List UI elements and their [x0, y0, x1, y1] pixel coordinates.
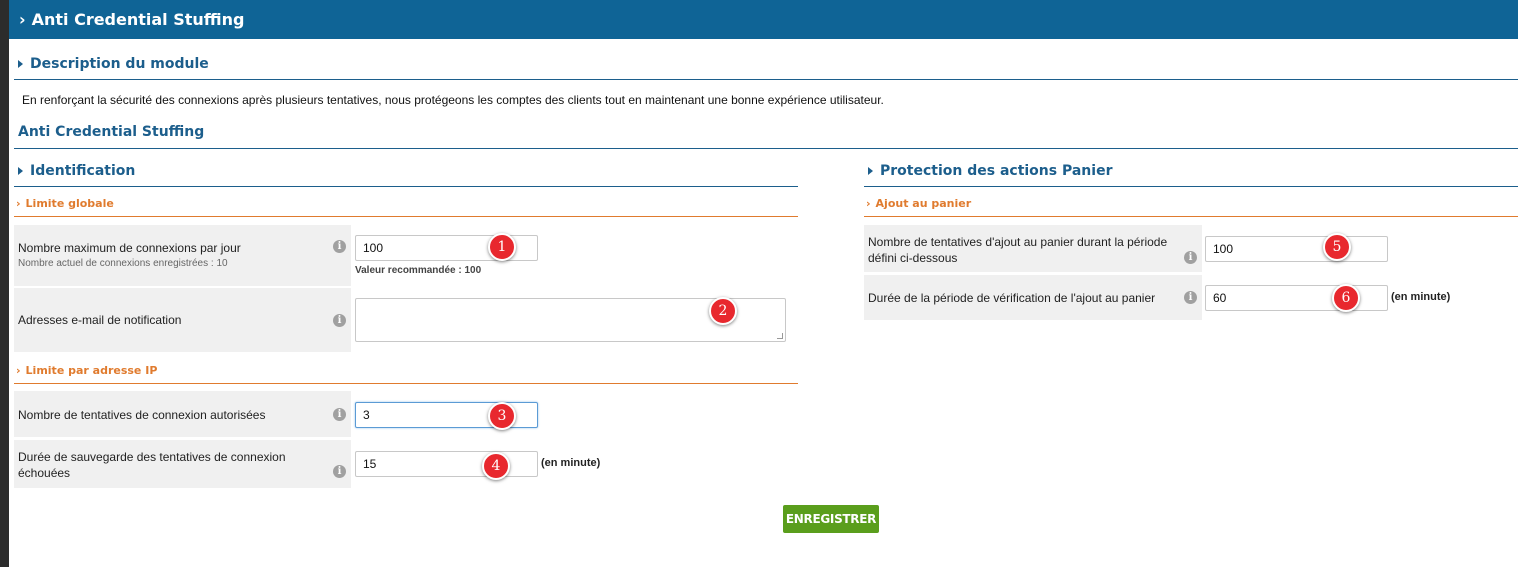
description-section-title[interactable]: Description du module [18, 56, 209, 72]
cart-attempts-row: Nombre de tentatives d'ajout au panier d… [864, 225, 1518, 272]
identification-section-title[interactable]: Identification [18, 163, 135, 179]
cart-period-input[interactable]: 60 [1205, 285, 1388, 311]
annotation-badge: 2 [709, 297, 737, 325]
cart-attempts-label: Nombre de tentatives d'ajout au panier d… [868, 234, 1167, 266]
divider [14, 216, 798, 217]
divider [14, 383, 798, 384]
description-title-text: Description du module [30, 56, 209, 72]
add-to-cart-title-text: Ajout au panier [875, 197, 972, 210]
ip-limit-title-text: Limite par adresse IP [25, 364, 158, 377]
add-to-cart-subtitle: › Ajout au panier [866, 197, 971, 210]
current-connections-count: Nombre actuel de connexions enregistrées… [18, 258, 228, 269]
failed-retention-input[interactable]: 15 [355, 451, 538, 477]
chevron-right-icon: › [16, 197, 21, 210]
minute-unit-label: (en minute) [1391, 291, 1451, 303]
annotation-badge: 4 [482, 452, 510, 480]
divider [14, 148, 1518, 149]
module-title: Anti Credential Stuffing [18, 124, 205, 140]
page-title: Anti Credential Stuffing [31, 10, 245, 29]
annotation-badge: 1 [488, 233, 516, 261]
failed-retention-label-line2: échouées [18, 466, 71, 480]
info-icon[interactable]: i [333, 314, 346, 327]
identification-title-text: Identification [30, 163, 136, 179]
cart-protection-title-text: Protection des actions Panier [880, 163, 1113, 179]
global-limit-subtitle: › Limite globale [16, 197, 114, 210]
divider [864, 186, 1518, 187]
cart-period-label: Durée de la période de vérification de l… [868, 291, 1156, 305]
page-header: › Anti Credential Stuffing [9, 0, 1518, 39]
cart-attempts-label-line1: Nombre de tentatives d'ajout au panier d… [868, 235, 1168, 249]
global-limit-title-text: Limite globale [25, 197, 114, 210]
save-button[interactable]: ENREGISTRER [783, 505, 879, 533]
cart-protection-section-title[interactable]: Protection des actions Panier [868, 163, 1112, 179]
info-icon[interactable]: i [333, 240, 346, 253]
info-icon[interactable]: i [1184, 251, 1197, 264]
cart-attempts-label-line2: défini ci-dessous [868, 251, 958, 265]
resize-handle-icon[interactable] [777, 333, 783, 339]
failed-retention-label: Durée de sauvegarde des tentatives de co… [18, 449, 286, 481]
cart-attempts-input[interactable]: 100 [1205, 236, 1388, 262]
chevron-right-icon: › [16, 364, 21, 377]
caret-right-icon [18, 60, 23, 68]
divider [14, 186, 798, 187]
info-icon[interactable]: i [1184, 291, 1197, 304]
recommended-value-hint: Valeur recommandée : 100 [355, 265, 482, 276]
max-connections-label-text: Nombre maximum de connexions par jour [18, 241, 241, 255]
annotation-badge: 5 [1323, 233, 1351, 261]
chevron-right-icon: › [19, 10, 26, 29]
notification-emails-label: Adresses e-mail de notification [18, 313, 182, 327]
divider [14, 79, 1518, 80]
divider [864, 216, 1518, 217]
caret-right-icon [18, 167, 23, 175]
info-icon[interactable]: i [333, 408, 346, 421]
info-icon[interactable]: i [333, 465, 346, 478]
chevron-right-icon: › [866, 197, 871, 210]
max-connections-label: Nombre maximum de connexions par jour No… [18, 240, 241, 272]
annotation-badge: 3 [488, 402, 516, 430]
caret-right-icon [868, 167, 873, 175]
module-description: En renforçant la sécurité des connexions… [22, 93, 884, 107]
attempts-allowed-label: Nombre de tentatives de connexion autori… [18, 408, 266, 422]
annotation-badge: 6 [1332, 284, 1360, 312]
left-sidebar-strip [0, 0, 9, 567]
minute-unit-label: (en minute) [541, 457, 601, 469]
failed-retention-label-line1: Durée de sauvegarde des tentatives de co… [18, 450, 286, 464]
ip-limit-subtitle: › Limite par adresse IP [16, 364, 157, 377]
